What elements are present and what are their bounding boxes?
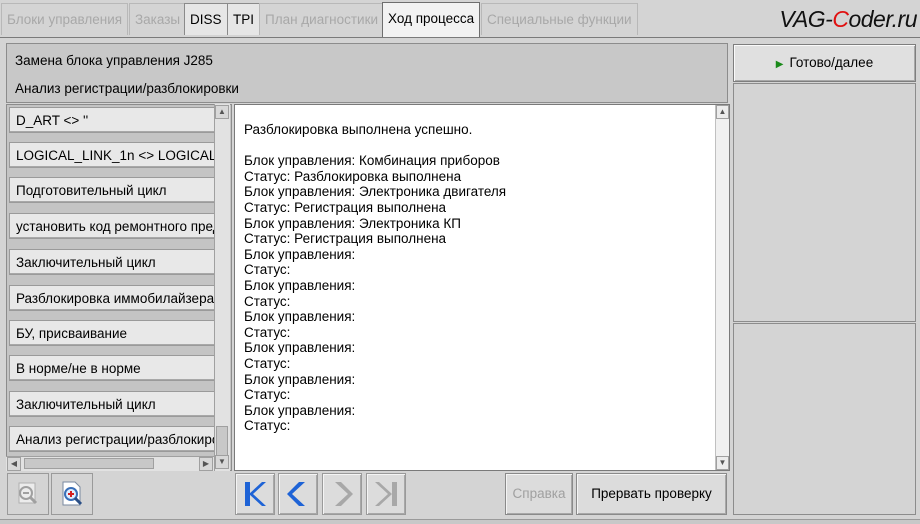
previous-step-button[interactable]: [278, 473, 318, 515]
bottom-toolbar: Справка Прервать проверку: [6, 472, 730, 518]
log-line: Разблокировка выполнена успешно.: [244, 122, 473, 137]
log-line: Блок управления: Электроника КП: [244, 215, 461, 231]
log-line: Блок управления: Комбинация приборов: [244, 153, 500, 169]
tab-tpi[interactable]: TPI: [227, 3, 261, 35]
skip-to-last-icon: [375, 482, 397, 506]
log-line: Статус:: [244, 355, 291, 371]
tab-process[interactable]: Ход процесса: [382, 2, 481, 37]
procedure-subtitle: Анализ регистрации/разблокировки: [15, 81, 239, 96]
log-line: Статус:: [244, 293, 291, 309]
log-line: Блок управления:: [244, 340, 356, 356]
skip-to-first-icon: [245, 482, 266, 506]
right-panel-upper-area: [733, 83, 916, 322]
zoom-out-icon: [18, 482, 38, 505]
zoom-in-icon: [62, 481, 83, 506]
step-item[interactable]: LOGICAL_LINK_1n <> LOGICAL_LINK: [9, 142, 219, 168]
step-list: D_ART <> '' LOGICAL_LINK_1n <> LOGICAL_L…: [6, 104, 232, 471]
scroll-thumb[interactable]: [24, 458, 154, 469]
log-line: Статус: Разблокировка выполнена: [244, 168, 462, 184]
step-list-vertical-scrollbar[interactable]: ▲ ▼: [214, 104, 230, 471]
log-line: Блок управления:: [244, 246, 356, 262]
scroll-down-icon[interactable]: ▼: [716, 456, 729, 470]
back-icon: [287, 482, 305, 506]
help-button[interactable]: Справка: [505, 473, 573, 515]
scroll-right-icon[interactable]: ▶: [199, 457, 213, 471]
result-log: Разблокировка выполнена успешно. Блок уп…: [234, 104, 730, 471]
scroll-thumb[interactable]: [216, 426, 228, 456]
log-line: Блок управления:: [244, 277, 356, 293]
step-item[interactable]: Подготовительный цикл: [9, 177, 219, 203]
log-text: Разблокировка выполнена успешно. Блок уп…: [244, 122, 506, 434]
log-line: Статус: Регистрация выполнена: [244, 231, 447, 247]
step-item[interactable]: Заключительный цикл: [9, 249, 219, 275]
log-line: Блок управления:: [244, 309, 356, 325]
first-step-button[interactable]: [235, 473, 275, 515]
scroll-up-icon[interactable]: ▲: [716, 105, 729, 119]
tab-diagnostic-plan[interactable]: План диагностики: [259, 3, 385, 35]
scroll-left-icon[interactable]: ◀: [7, 457, 21, 471]
right-panel-lower-area: [733, 323, 916, 515]
log-line: Блок управления:: [244, 371, 356, 387]
step-list-horizontal-scrollbar[interactable]: ◀ ▶: [6, 456, 214, 471]
play-icon: ▶: [775, 59, 784, 70]
step-item[interactable]: установить код ремонтного предприятия: [9, 213, 219, 239]
procedure-header: Замена блока управления J285 Анализ реги…: [6, 43, 728, 103]
zoom-out-button[interactable]: [7, 473, 49, 515]
log-line: Статус:: [244, 262, 291, 278]
last-step-button[interactable]: [366, 473, 406, 515]
tab-divider: [0, 37, 920, 38]
log-line: Статус:: [244, 387, 291, 403]
log-vertical-scrollbar[interactable]: ▲ ▼: [715, 105, 729, 470]
log-line: Статус:: [244, 418, 291, 434]
abort-check-button[interactable]: Прервать проверку: [576, 473, 727, 515]
next-step-button[interactable]: [322, 473, 362, 515]
log-line: Блок управления: Электроника двигателя: [244, 184, 507, 200]
tab-control-units[interactable]: Блоки управления: [1, 3, 129, 35]
step-item[interactable]: В норме/не в норме: [9, 355, 219, 381]
scroll-up-icon[interactable]: ▲: [215, 105, 229, 119]
log-line: Статус:: [244, 324, 291, 340]
log-line: Статус: Регистрация выполнена: [244, 199, 447, 215]
procedure-title: Замена блока управления J285: [15, 53, 213, 68]
step-item[interactable]: D_ART <> '': [9, 107, 219, 133]
right-panel: ▶ Готово/далее: [731, 43, 920, 517]
status-strip: [0, 519, 920, 524]
forward-icon: [335, 482, 353, 506]
watermark-logo: VAG-Coder.ru: [779, 6, 917, 32]
step-item[interactable]: БУ, присваивание: [9, 320, 219, 346]
tab-bar: Блоки управления Заказы DISS TPI План ди…: [0, 0, 920, 38]
tab-special-functions[interactable]: Специальные функции: [481, 3, 638, 35]
step-item[interactable]: Разблокировка иммобилайзера: [9, 285, 219, 311]
ready-next-button[interactable]: ▶ Готово/далее: [733, 44, 916, 82]
zoom-in-button[interactable]: [51, 473, 93, 515]
log-line: Блок управления:: [244, 402, 356, 418]
step-item[interactable]: Заключительный цикл: [9, 391, 219, 417]
tab-orders[interactable]: Заказы: [129, 3, 187, 35]
tab-diss[interactable]: DISS: [184, 3, 228, 35]
step-item[interactable]: Анализ регистрации/разблокировки: [9, 426, 219, 452]
scroll-down-icon[interactable]: ▼: [215, 455, 229, 469]
